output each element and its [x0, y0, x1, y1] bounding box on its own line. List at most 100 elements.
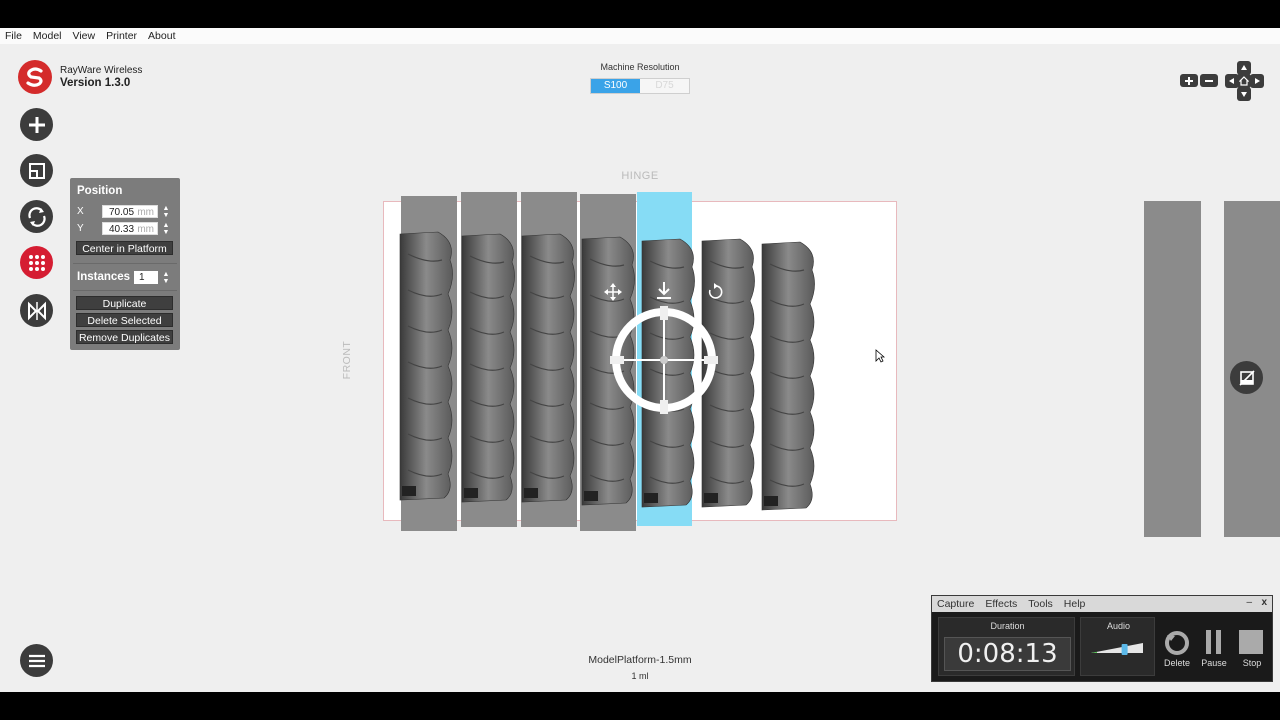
duration-label: Duration [990, 621, 1025, 631]
chevron-down-icon: ▼ [162, 278, 170, 285]
crosshair-icon[interactable] [610, 306, 718, 414]
support-icon [1238, 369, 1255, 386]
audio-slider-knob[interactable] [1121, 644, 1128, 655]
cursor-icon [875, 349, 885, 363]
platform-volume: 1 ml [631, 671, 649, 681]
position-title: Position [77, 185, 123, 197]
x-label: X [77, 206, 84, 217]
plus-icon [1185, 76, 1193, 85]
add-model-button[interactable] [20, 108, 53, 141]
audio-label: Audio [1106, 621, 1131, 631]
divider [73, 263, 177, 264]
pan-down-button[interactable] [1237, 87, 1251, 101]
resolution-s100-option[interactable]: S100 [591, 79, 640, 93]
app-name: RayWare Wireless [60, 65, 143, 76]
hinge-label: HINGE [621, 170, 659, 182]
capture-menu-bar: Capture Effects Tools Help – x [932, 596, 1272, 612]
hamburger-menu-icon [28, 654, 45, 667]
chevron-down-icon: ▼ [162, 212, 170, 219]
layout-icon [28, 162, 45, 179]
divider [73, 290, 177, 291]
instances-input[interactable]: 1 [134, 271, 158, 284]
side-panel-bar [1144, 201, 1201, 537]
y-value: 40.33 [109, 224, 135, 235]
arrow-up-icon [1241, 65, 1247, 70]
pan-up-button[interactable] [1237, 61, 1251, 75]
resolution-toggle: S100 D75 [590, 78, 690, 94]
center-in-platform-button[interactable]: Center in Platform [76, 241, 173, 255]
transform-gizmo[interactable] [603, 280, 723, 416]
duration-box: Duration 0:08:13 [938, 617, 1075, 676]
pan-right-button[interactable] [1250, 74, 1264, 88]
x-unit: mm [137, 207, 154, 218]
position-panel: Position X 70.05 mm ▲ ▼ Y 40.33 mm ▲ ▼ Cen… [70, 178, 180, 350]
arrow-down-icon [1241, 92, 1247, 97]
arrow-left-icon [1229, 78, 1234, 84]
audio-level-slider[interactable] [1089, 638, 1149, 658]
stop-icon[interactable] [1238, 629, 1264, 655]
duration-value: 0:08:13 [944, 637, 1071, 671]
mirror-icon [27, 301, 46, 320]
menu-model[interactable]: Model [33, 30, 62, 42]
pause-label[interactable]: Pause [1199, 658, 1229, 668]
resolution-d75-option[interactable]: D75 [640, 79, 689, 93]
menu-about[interactable]: About [148, 30, 175, 42]
menu-printer[interactable]: Printer [106, 30, 137, 42]
rotate-arrows-icon [27, 206, 46, 227]
platform-name: ModelPlatform-1.5mm [588, 654, 692, 666]
arrange-button[interactable] [20, 246, 53, 279]
capture-menu-tools[interactable]: Tools [1028, 598, 1053, 610]
minus-icon [1205, 79, 1213, 82]
x-position-input[interactable]: 70.05 mm [102, 205, 158, 218]
chevron-down-icon: ▼ [162, 229, 170, 236]
instances-spinner[interactable]: ▲ ▼ [161, 271, 171, 285]
home-view-button[interactable] [1237, 74, 1251, 88]
app-version: Version 1.3.0 [60, 77, 131, 89]
remove-duplicates-button[interactable]: Remove Duplicates [76, 330, 173, 344]
grid-dots-icon [28, 254, 45, 271]
capture-menu-effects[interactable]: Effects [985, 598, 1017, 610]
chevron-up-icon: ▲ [162, 205, 170, 212]
y-spinner[interactable]: ▲ ▼ [161, 222, 171, 236]
menu-bar: File Model View Printer About [0, 28, 1280, 44]
move-icon[interactable] [604, 283, 622, 301]
zoom-out-button[interactable] [1200, 74, 1218, 87]
capture-menu-capture[interactable]: Capture [937, 598, 974, 610]
home-icon [1239, 76, 1249, 86]
app-window: File Model View Printer About RayWare Wi… [0, 28, 1280, 692]
chevron-up-icon: ▲ [162, 271, 170, 278]
plus-icon [28, 116, 45, 133]
menu-view[interactable]: View [73, 30, 96, 42]
brand: RayWare Wireless Version 1.3.0 [18, 60, 142, 94]
x-value: 70.05 [109, 207, 135, 218]
machine-resolution-label: Machine Resolution [600, 62, 680, 72]
audio-box: Audio [1080, 617, 1155, 676]
stop-label[interactable]: Stop [1237, 658, 1267, 668]
arrow-right-icon [1255, 78, 1260, 84]
drop-to-platform-icon[interactable] [657, 282, 671, 299]
pause-icon[interactable] [1204, 629, 1224, 655]
duplicate-button[interactable]: Duplicate [76, 296, 173, 310]
x-spinner[interactable]: ▲ ▼ [161, 205, 171, 219]
delete-selected-button[interactable]: Delete Selected [76, 313, 173, 327]
instances-title: Instances [77, 271, 131, 283]
screen-capture-widget: Capture Effects Tools Help – x Duration … [931, 595, 1273, 682]
main-menu-button[interactable] [20, 644, 53, 677]
delete-label[interactable]: Delete [1162, 658, 1192, 668]
mirror-button[interactable] [20, 294, 53, 327]
rotate-button[interactable] [20, 200, 53, 233]
chevron-up-icon: ▲ [162, 222, 170, 229]
y-position-input[interactable]: 40.33 mm [102, 222, 158, 235]
rayware-logo-icon [18, 60, 52, 94]
minimize-button[interactable]: – [1246, 597, 1252, 608]
menu-file[interactable]: File [5, 30, 22, 42]
support-toggle-button[interactable] [1230, 361, 1263, 394]
front-label: FRONT [341, 340, 353, 380]
y-unit: mm [137, 224, 154, 235]
zoom-in-button[interactable] [1180, 74, 1198, 87]
delete-capture-icon[interactable] [1164, 630, 1190, 656]
close-button[interactable]: x [1261, 597, 1267, 608]
rotate-icon[interactable] [708, 283, 723, 299]
layout-button[interactable] [20, 154, 53, 187]
capture-menu-help[interactable]: Help [1064, 598, 1086, 610]
